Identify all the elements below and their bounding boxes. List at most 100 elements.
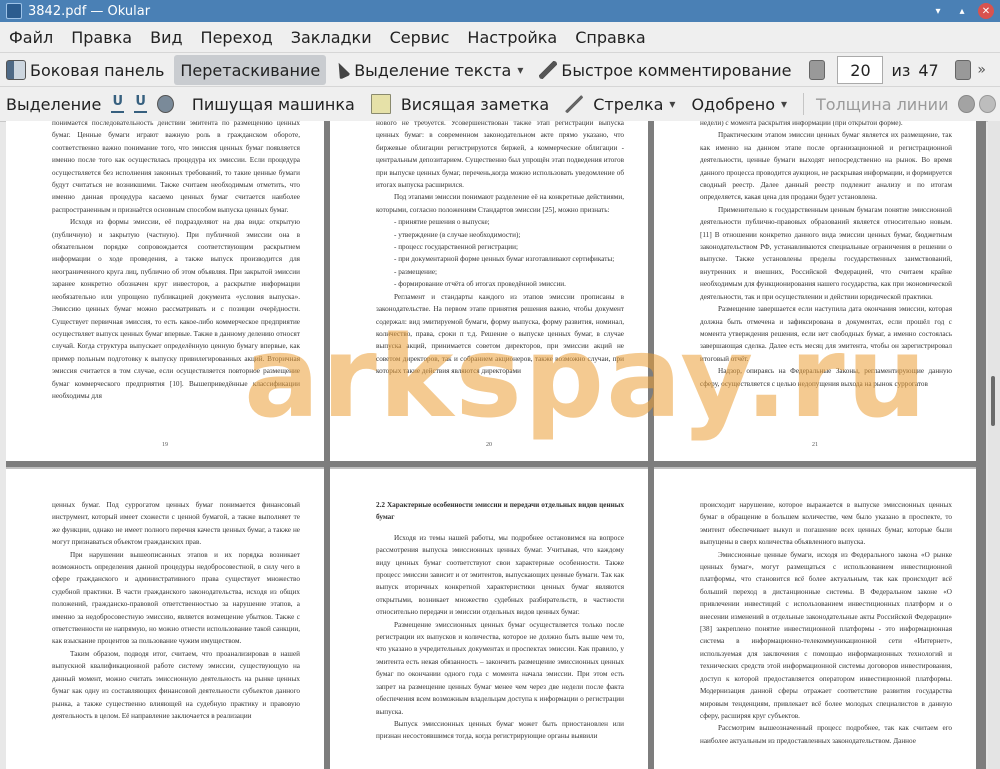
window-controls: ▾ ▴ ✕ — [930, 3, 994, 19]
chevron-down-icon[interactable]: ▾ — [669, 97, 675, 111]
page-of-label: из — [891, 60, 911, 80]
cursor-icon — [333, 60, 352, 80]
main-toolbar: Боковая панель Перетаскивание Выделение … — [0, 52, 1000, 87]
sidebar-label: Боковая панель — [30, 60, 165, 80]
list-item: - утверждение (в случае необходимости); — [394, 230, 521, 239]
pdf-page-22: ценных бумаг. Под суррогатом ценных бума… — [6, 467, 324, 769]
page-number: 20 — [330, 438, 648, 451]
chevron-down-icon[interactable]: ▾ — [781, 97, 787, 111]
previous-page-icon[interactable] — [809, 60, 826, 80]
line-width-label: Толщина линии — [815, 94, 949, 114]
section-heading: 2.2 Характерные особенности эмиссии и пе… — [376, 501, 624, 522]
quick-comment-button[interactable]: Быстрое комментирование — [533, 55, 797, 85]
arrow-tool-button[interactable]: Стрелка ▾ — [559, 89, 681, 119]
paragraph: ценных бумаг. Под суррогатом ценных бума… — [52, 501, 300, 547]
drag-mode-label: Перетаскивание — [180, 60, 321, 80]
menu-bookmarks[interactable]: Закладки — [282, 28, 381, 47]
sidebar-button[interactable]: Боковая панель — [0, 55, 170, 85]
minimize-icon[interactable]: ▾ — [930, 3, 946, 19]
arrow-icon — [565, 95, 584, 113]
paragraph: Исходя из формы эмиссии, её подразделяют… — [52, 218, 300, 400]
paragraph: Практическим этапом эмиссии ценных бумаг… — [700, 131, 952, 202]
paragraph: Под этапами эмиссии понимают разделение … — [376, 193, 624, 214]
next-page-icon[interactable] — [954, 60, 971, 80]
paragraph: Рассмотрим вышеозначенный процесс подроб… — [700, 724, 952, 745]
window-title: 3842.pdf — Okular — [28, 3, 151, 19]
annotation-toolbar: Выделение U U Пишущая машинка Висящая за… — [0, 86, 1000, 122]
paragraph: Исходя из темы нашей работы, мы подробне… — [376, 533, 624, 617]
list-item: - принятие решения о выпуске; — [394, 218, 490, 227]
pdf-page-20: нового не требуется. Усовершенствован та… — [330, 121, 648, 461]
paragraph: нового не требуется. Усовершенствован та… — [376, 121, 624, 190]
page-top-edge — [6, 467, 324, 469]
list-item: - формирование отчёта об итогах проведён… — [394, 280, 566, 289]
drag-mode-button[interactable]: Перетаскивание — [174, 55, 327, 85]
chevron-down-icon[interactable]: ▾ — [517, 63, 523, 77]
paragraph: При нарушении вышеописанных этапов и их … — [52, 550, 300, 646]
list-item: - при документарной форме ценных бумаг и… — [394, 255, 615, 264]
paragraph: Надзор, опираясь на Федеральные Законы, … — [700, 367, 952, 388]
pdf-page-24: происходит нарушение, которое выражается… — [654, 467, 976, 769]
arrow-tool-label: Стрелка — [593, 94, 664, 114]
pdf-page-21: недели) с момента раскрытия информации (… — [654, 121, 976, 461]
vertical-scrollbar[interactable] — [988, 121, 1000, 769]
paragraph: Регламент и стандарты каждого из этапов … — [376, 292, 624, 376]
paragraph: недели) с момента раскрытия информации (… — [700, 121, 903, 127]
page-number-input[interactable]: 20 — [837, 56, 884, 84]
selection-tool-label: Выделение — [6, 94, 102, 114]
page-top-edge — [654, 467, 976, 469]
note-icon — [370, 94, 391, 114]
paragraph: происходит нарушение, которое выражается… — [700, 501, 952, 547]
scrollbar-thumb[interactable] — [991, 376, 995, 426]
paragraph: понимается последовательность действий э… — [52, 121, 300, 214]
paragraph: Таким образом, подводя итог, считаем, чт… — [52, 649, 300, 720]
close-icon[interactable]: ✕ — [978, 3, 994, 19]
total-pages-value: 47 — [918, 60, 939, 80]
menu-file[interactable]: Файл — [0, 28, 62, 47]
paragraph: Выпуск эмиссионных ценных бумаг может бы… — [376, 719, 624, 741]
page-number: 19 — [6, 438, 324, 451]
maximize-icon[interactable]: ▴ — [954, 3, 970, 19]
current-page-value: 20 — [850, 60, 871, 80]
sticky-note-label: Висящая заметка — [400, 94, 550, 114]
menu-bar: Файл Правка Вид Переход Закладки Сервис … — [0, 22, 1000, 52]
sidebar-icon — [6, 60, 26, 80]
title-bar: 3842.pdf — Okular ▾ ▴ ✕ — [0, 0, 1000, 22]
color-icon[interactable] — [958, 95, 976, 113]
text-select-button[interactable]: Выделение текста ▾ — [330, 55, 529, 85]
sticky-note-button[interactable]: Висящая заметка — [365, 89, 555, 119]
list-item: - процесс государственной регистрации; — [394, 243, 518, 252]
page-top-edge — [330, 467, 648, 469]
menu-edit[interactable]: Правка — [62, 28, 141, 47]
quick-comment-label: Быстрое комментирование — [561, 60, 792, 80]
line-width-button[interactable]: Толщина линии — [810, 89, 955, 119]
document-view[interactable]: понимается последовательность действий э… — [6, 121, 986, 769]
page-number: 21 — [654, 438, 976, 451]
paragraph: Размещение завершается если наступила да… — [700, 305, 952, 363]
list-item: - размещение; — [394, 267, 438, 276]
squiggle-underline-icon[interactable]: U — [134, 95, 148, 113]
paragraph: Применительно к государственным ценным б… — [700, 205, 952, 301]
menu-tools[interactable]: Сервис — [381, 28, 459, 47]
toolbar-overflow-icon[interactable]: » — [977, 62, 986, 78]
text-select-label: Выделение текста — [354, 60, 512, 80]
stamp-select-label: Одобрено — [691, 94, 776, 114]
pen-icon — [539, 61, 558, 79]
underline-icon[interactable]: U — [111, 95, 125, 113]
stamp-select-button[interactable]: Одобрено ▾ — [685, 89, 793, 119]
pdf-page-19: понимается последовательность действий э… — [6, 121, 324, 461]
menu-settings[interactable]: Настройка — [458, 28, 566, 47]
paragraph: Размещение эмиссионных ценных бумаг осущ… — [376, 620, 624, 716]
stamp-icon[interactable] — [157, 95, 174, 113]
opacity-icon[interactable] — [979, 95, 996, 113]
paragraph: Эмиссионные ценные бумаги, исходя из Фед… — [700, 550, 952, 720]
menu-view[interactable]: Вид — [141, 28, 191, 47]
typewriter-label: Пишущая машинка — [191, 94, 355, 114]
selection-tool-button[interactable]: Выделение — [0, 89, 107, 119]
pdf-page-23: 2.2 Характерные особенности эмиссии и пе… — [330, 467, 648, 769]
menu-help[interactable]: Справка — [566, 28, 655, 47]
toolbar-separator — [803, 93, 804, 115]
typewriter-button[interactable]: Пишущая машинка — [186, 89, 361, 119]
okular-app-icon — [6, 3, 22, 19]
menu-go[interactable]: Переход — [192, 28, 282, 47]
